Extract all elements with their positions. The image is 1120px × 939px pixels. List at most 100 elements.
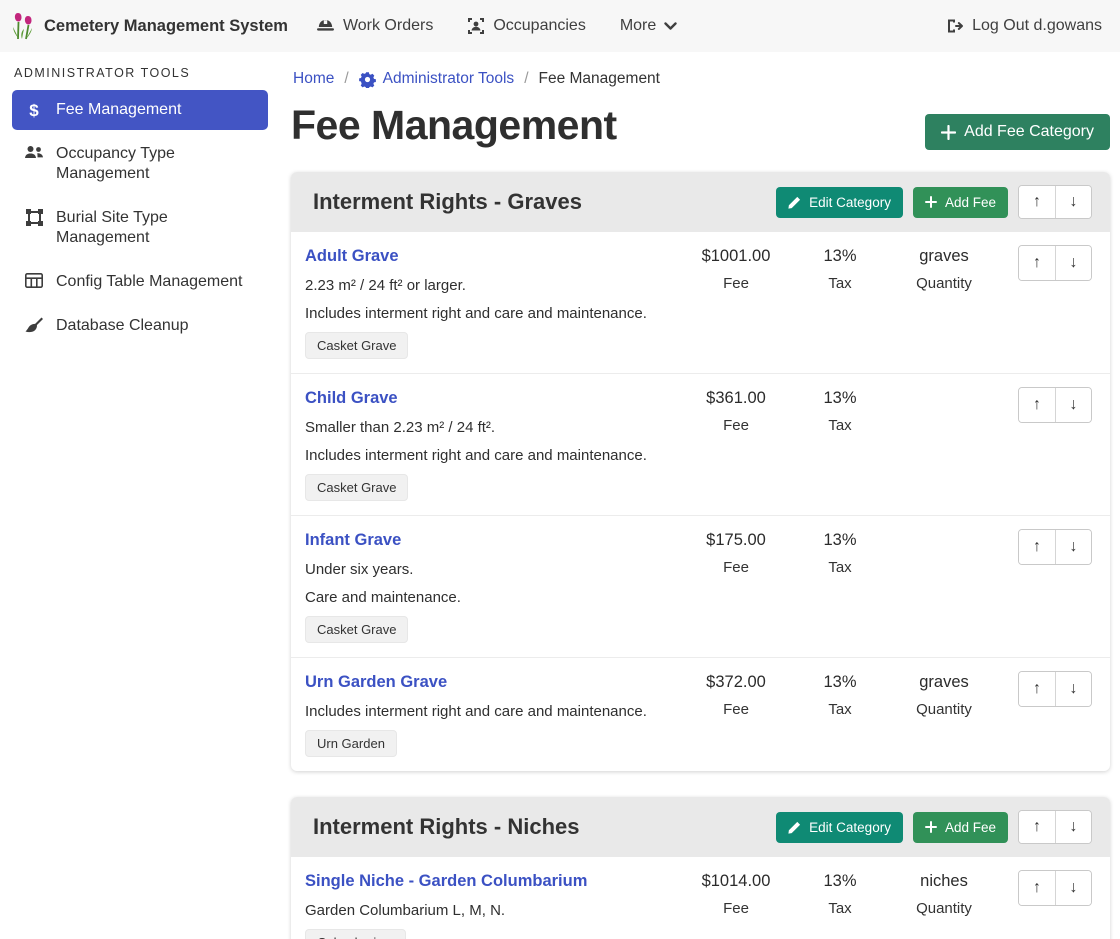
move-category-down-button[interactable]: ↓ [1055, 811, 1091, 843]
occupancy-frame-icon [467, 17, 485, 35]
sidebar-item-fee-management[interactable]: $ Fee Management [12, 90, 268, 130]
category-reorder-group: ↑ ↓ [1018, 185, 1092, 219]
fee-type-badge: Columbarium [305, 929, 406, 939]
fee-row: Urn Garden Grave Includes interment righ… [291, 658, 1110, 771]
move-fee-down-button[interactable]: ↓ [1055, 871, 1091, 905]
top-navbar: Cemetery Management System Work Orders O… [0, 0, 1120, 52]
fee-description-line: Includes interment right and care and ma… [305, 703, 684, 720]
breadcrumb-admin-tools-label: Administrator Tools [383, 70, 515, 88]
fee-row: Adult Grave 2.23 m² / 24 ft² or larger.I… [291, 232, 1110, 374]
move-fee-up-button[interactable]: ↑ [1019, 672, 1055, 706]
fee-amount: $1014.00 [684, 872, 788, 891]
move-fee-down-button[interactable]: ↓ [1055, 388, 1091, 422]
plus-icon [925, 196, 937, 208]
table-icon [24, 272, 44, 288]
gear-icon [359, 71, 376, 88]
logout-icon [946, 18, 964, 34]
breadcrumb-separator: / [344, 70, 348, 88]
fee-tax-label: Tax [788, 900, 892, 917]
fee-reorder-group: ↑ ↓ [1018, 671, 1092, 707]
broom-icon [24, 316, 44, 333]
edit-category-label: Edit Category [809, 820, 891, 835]
sidebar-nav: $ Fee Management Occupancy Type Manageme… [0, 90, 280, 346]
sidebar-item-occupancy-type-management[interactable]: Occupancy Type Management [12, 134, 268, 194]
nav-item-label: More [620, 17, 656, 35]
fee-description: Under six years.Care and maintenance. [305, 561, 684, 606]
fee-description-line: Care and maintenance. [305, 589, 684, 606]
fee-amount: $1001.00 [684, 247, 788, 266]
category-actions: Edit Category Add Fee ↑ ↓ [776, 185, 1092, 219]
fee-reorder-group: ↑ ↓ [1018, 245, 1092, 281]
category-header: Interment Rights - Niches Edit Category [291, 797, 1110, 857]
breadcrumb-admin-tools-link[interactable]: Administrator Tools [359, 70, 515, 88]
fee-quantity-unit: graves [892, 247, 996, 266]
nav-item-label: Occupancies [493, 17, 586, 35]
sidebar-item-burial-site-type-management[interactable]: Burial Site Type Management [12, 198, 268, 258]
fee-description: Includes interment right and care and ma… [305, 703, 684, 720]
move-fee-up-button[interactable]: ↑ [1019, 246, 1055, 280]
pencil-icon [788, 821, 801, 834]
fee-tax-label: Tax [788, 275, 892, 292]
edit-category-button[interactable]: Edit Category [776, 812, 903, 843]
category-header: Interment Rights - Graves Edit Category [291, 172, 1110, 232]
move-fee-down-button[interactable]: ↓ [1055, 246, 1091, 280]
fee-tax-label: Tax [788, 559, 892, 576]
move-fee-down-button[interactable]: ↓ [1055, 672, 1091, 706]
fee-tax: 13% [788, 247, 892, 266]
fee-amount-label: Fee [684, 559, 788, 576]
breadcrumb-separator: / [524, 70, 528, 88]
fee-amount: $372.00 [684, 673, 788, 692]
fee-tax-label: Tax [788, 701, 892, 718]
nav-links: Work Orders Occupancies More [316, 17, 677, 35]
fee-quantity-unit: graves [892, 673, 996, 692]
fee-name-link[interactable]: Urn Garden Grave [305, 673, 684, 692]
fee-description: Smaller than 2.23 m² / 24 ft².Includes i… [305, 419, 684, 464]
nav-item-occupancies[interactable]: Occupancies [467, 17, 586, 35]
fee-categories: Interment Rights - Graves Edit Category [291, 172, 1110, 939]
add-fee-category-button[interactable]: Add Fee Category [925, 114, 1110, 150]
nav-item-more[interactable]: More [620, 17, 677, 35]
app-brand[interactable]: Cemetery Management System [10, 11, 288, 41]
sidebar-heading: ADMINISTRATOR TOOLS [0, 62, 280, 90]
dollar-icon: $ [24, 100, 44, 120]
fee-description-line: Garden Columbarium L, M, N. [305, 902, 684, 919]
add-fee-button[interactable]: Add Fee [913, 187, 1008, 218]
fee-quantity-label: Quantity [892, 701, 996, 718]
add-fee-button[interactable]: Add Fee [913, 812, 1008, 843]
fee-description-line: Smaller than 2.23 m² / 24 ft². [305, 419, 684, 436]
fee-name-link[interactable]: Adult Grave [305, 247, 684, 266]
fee-name-link[interactable]: Infant Grave [305, 531, 684, 550]
sidebar-item-database-cleanup[interactable]: Database Cleanup [12, 306, 268, 346]
move-fee-down-button[interactable]: ↓ [1055, 530, 1091, 564]
breadcrumb-home-link[interactable]: Home [293, 70, 334, 88]
sidebar-item-label: Burial Site Type Management [56, 208, 256, 248]
move-fee-up-button[interactable]: ↑ [1019, 388, 1055, 422]
plus-icon [941, 125, 956, 140]
fee-type-badge: Urn Garden [305, 730, 397, 757]
logout-button[interactable]: Log Out d.gowans [946, 17, 1102, 35]
fee-name-link[interactable]: Child Grave [305, 389, 684, 408]
edit-category-button[interactable]: Edit Category [776, 187, 903, 218]
move-category-up-button[interactable]: ↑ [1019, 186, 1055, 218]
sidebar: ADMINISTRATOR TOOLS $ Fee Management Occ… [0, 52, 280, 346]
add-fee-label: Add Fee [945, 195, 996, 210]
fee-name-link[interactable]: Single Niche - Garden Columbarium [305, 872, 684, 891]
fee-amount: $175.00 [684, 531, 788, 550]
hard-hat-icon [316, 18, 335, 34]
move-category-down-button[interactable]: ↓ [1055, 186, 1091, 218]
move-category-up-button[interactable]: ↑ [1019, 811, 1055, 843]
move-fee-up-button[interactable]: ↑ [1019, 530, 1055, 564]
nav-item-work-orders[interactable]: Work Orders [316, 17, 433, 35]
breadcrumb: Home / Administrator Tools / Fee Managem… [291, 66, 1110, 88]
category-fee-list: Single Niche - Garden Columbarium Garden… [291, 857, 1110, 939]
logout-label: Log Out d.gowans [972, 17, 1102, 35]
app-title: Cemetery Management System [44, 17, 288, 36]
category-actions: Edit Category Add Fee ↑ ↓ [776, 810, 1092, 844]
add-fee-label: Add Fee [945, 820, 996, 835]
plus-icon [925, 821, 937, 833]
move-fee-up-button[interactable]: ↑ [1019, 871, 1055, 905]
sidebar-item-label: Fee Management [56, 100, 181, 120]
sidebar-item-config-table-management[interactable]: Config Table Management [12, 262, 268, 302]
sidebar-item-label: Occupancy Type Management [56, 144, 256, 184]
add-fee-category-label: Add Fee Category [964, 123, 1094, 141]
